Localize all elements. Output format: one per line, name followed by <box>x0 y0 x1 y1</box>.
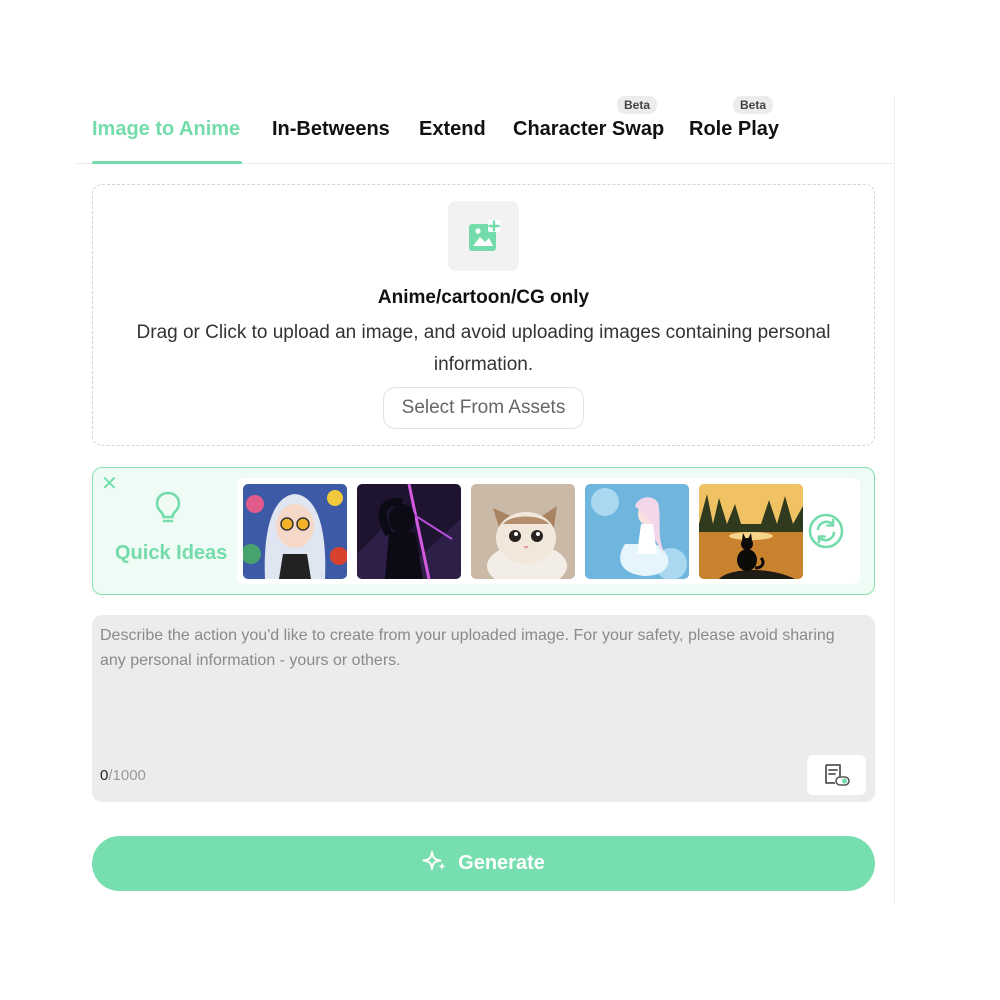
tab-character-swap[interactable]: Character Swap Beta <box>513 96 665 141</box>
image-add-icon <box>448 201 519 271</box>
generator-panel: Image to Anime In-Betweens Extend Charac… <box>76 96 895 904</box>
active-tab-indicator <box>92 161 242 164</box>
quick-ideas-label: Quick Ideas <box>115 542 228 564</box>
lightbulb-icon <box>153 490 183 531</box>
tab-role-play-label: Role Play <box>689 118 780 140</box>
tab-image-to-anime[interactable]: Image to Anime <box>92 118 240 141</box>
tab-role-play[interactable]: Role Play Beta <box>689 96 780 141</box>
cat-silhouette-sunset-thumbnail[interactable] <box>699 484 803 579</box>
upload-title: Anime/cartoon/CG only <box>377 287 590 308</box>
generate-label: Generate <box>458 852 545 874</box>
prompt-box: 0/1000 <box>92 615 875 802</box>
quick-ideas-strip <box>237 478 860 584</box>
tab-character-swap-label: Character Swap <box>513 118 665 140</box>
prompt-template-icon[interactable] <box>807 755 866 795</box>
select-from-assets-button[interactable]: Select From Assets <box>383 387 584 429</box>
prompt-input[interactable] <box>100 623 860 753</box>
quick-ideas-panel: ✕ Quick Ideas <box>92 467 875 595</box>
sparkle-icon <box>422 848 448 880</box>
generate-button[interactable]: Generate <box>92 836 875 891</box>
close-icon[interactable]: ✕ <box>101 471 118 496</box>
beta-badge: Beta <box>617 96 658 114</box>
mode-tabs: Image to Anime In-Betweens Extend Charac… <box>76 96 894 164</box>
character-limit: /1000 <box>108 767 146 784</box>
image-upload-dropzone[interactable]: Anime/cartoon/CG only Drag or Click to u… <box>92 184 875 446</box>
tab-extend[interactable]: Extend <box>419 118 486 141</box>
beta-badge: Beta <box>733 96 774 114</box>
dark-neon-warrior-thumbnail[interactable] <box>357 484 461 579</box>
ice-fairy-girl-thumbnail[interactable] <box>585 484 689 579</box>
kitten-thumbnail[interactable] <box>471 484 575 579</box>
anime-girl-sunglasses-thumbnail[interactable] <box>243 484 347 579</box>
refresh-icon[interactable] <box>807 512 845 555</box>
character-counter: 0/1000 <box>100 767 146 784</box>
tab-in-betweens[interactable]: In-Betweens <box>272 118 390 141</box>
upload-description: Drag or Click to upload an image, and av… <box>136 322 831 375</box>
